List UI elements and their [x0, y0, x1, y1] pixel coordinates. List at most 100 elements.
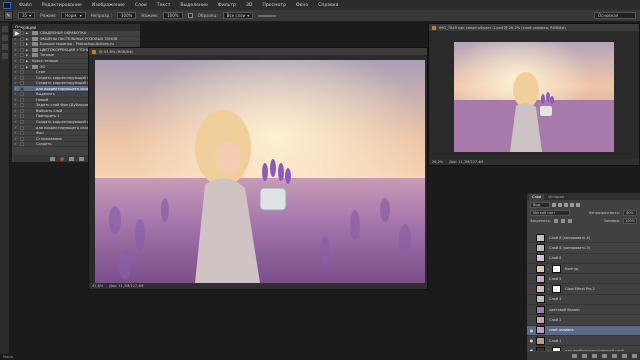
layer-row[interactable]: ● Слой 8 (копировать 3) — [527, 243, 640, 254]
layer-name[interactable]: слой заливка — [547, 328, 574, 332]
menu-item-layers[interactable]: Слои — [130, 3, 152, 8]
layer-thumbnail[interactable] — [536, 316, 545, 325]
expand-triangle-icon[interactable]: ▶ — [26, 48, 30, 52]
dialog-toggle-icon[interactable] — [20, 136, 24, 141]
action-enabled-check-icon[interactable]: ✓ — [14, 92, 18, 96]
action-enabled-check-icon[interactable]: ✓ — [14, 137, 18, 141]
dialog-toggle-icon[interactable] — [20, 114, 24, 119]
menu-item-text[interactable]: Текст — [152, 3, 176, 8]
expand-triangle-icon[interactable]: ▶ — [26, 59, 30, 63]
crop-tool-icon[interactable] — [2, 53, 8, 59]
trash-icon[interactable] — [632, 354, 637, 358]
visibility-eye-icon[interactable]: ● — [529, 297, 534, 302]
action-enabled-check-icon[interactable]: ✓ — [14, 98, 18, 102]
layer-row[interactable]: ● Слой 4 — [527, 295, 640, 306]
layer-name[interactable]: Слой 5 — [547, 277, 561, 281]
menu-item-window[interactable]: Окно — [291, 3, 313, 8]
expand-triangle-icon[interactable]: ▶ — [26, 37, 30, 41]
expand-triangle-icon[interactable]: ▶ — [26, 53, 30, 57]
layer-opacity-field[interactable]: 80% — [623, 210, 637, 216]
layer-thumbnail[interactable] — [536, 243, 545, 252]
workspace-select[interactable]: Основная — [594, 12, 636, 19]
dialog-toggle-icon[interactable] — [20, 75, 24, 80]
action-enabled-check-icon[interactable]: ✓ — [14, 120, 18, 124]
layer-thumbnail[interactable] — [536, 233, 545, 242]
dialog-toggle-icon[interactable] — [20, 36, 24, 41]
flow-field[interactable]: 100% — [163, 12, 183, 19]
lock-pixels-icon[interactable] — [553, 219, 558, 223]
action-enabled-check-icon[interactable]: ✓ — [14, 109, 18, 113]
expand-triangle-icon[interactable]: ▶ — [26, 42, 30, 46]
layer-thumbnail[interactable] — [536, 346, 545, 351]
action-enabled-check-icon[interactable]: ✓ — [14, 37, 18, 41]
tab-history[interactable]: История — [545, 194, 567, 200]
menu-item-file[interactable]: Файл — [14, 3, 37, 8]
pixel-filter-icon[interactable] — [552, 202, 556, 207]
layer-row[interactable]: ● ∞ Glow Effect Pro 2 — [527, 284, 640, 295]
action-enabled-check-icon[interactable]: ✓ — [14, 70, 18, 74]
layer-row[interactable]: ● ∞ для наибольшего/цветной слой — [527, 346, 640, 351]
action-enabled-check-icon[interactable]: ✓ — [14, 126, 18, 130]
action-enabled-check-icon[interactable]: ✓ — [14, 59, 18, 63]
menu-item-filter[interactable]: Фильтр — [213, 3, 241, 8]
menu-item-view[interactable]: Просмотр — [257, 3, 291, 8]
dialog-toggle-icon[interactable] — [20, 103, 24, 108]
visibility-eye-icon[interactable]: ● — [529, 287, 534, 292]
close-icon[interactable] — [432, 25, 436, 30]
layer-thumbnail[interactable] — [536, 305, 545, 314]
blend-mode-select[interactable]: Мягкий свет — [530, 210, 570, 216]
layer-name[interactable]: Контур — [563, 267, 578, 271]
tab-layers[interactable]: Слои — [529, 194, 545, 200]
brush-tool-icon[interactable]: ✎ — [4, 11, 13, 20]
dialog-toggle-icon[interactable] — [20, 47, 24, 52]
action-enabled-check-icon[interactable]: ✓ — [14, 76, 18, 80]
actions-panel-tab[interactable]: Операции — [12, 24, 140, 31]
action-enabled-check-icon[interactable]: ✓ — [14, 53, 18, 57]
second-doc-zoom[interactable]: 26,2% — [432, 160, 443, 164]
layer-thumbnail[interactable] — [536, 326, 545, 335]
new-set-icon[interactable] — [78, 156, 84, 161]
move-tool-icon[interactable] — [2, 26, 8, 32]
expand-triangle-icon[interactable]: ▶ — [26, 65, 30, 69]
action-enabled-check-icon[interactable]: ✓ — [14, 114, 18, 118]
layer-mask-thumbnail[interactable] — [552, 285, 561, 294]
visibility-eye-icon[interactable]: ● — [529, 348, 534, 351]
sample-select[interactable]: Все слои ▾ — [222, 12, 254, 19]
new-group-icon[interactable] — [612, 354, 617, 358]
layer-thumbnail[interactable] — [536, 336, 545, 345]
shape-filter-icon[interactable] — [570, 202, 574, 207]
smart-filter-icon[interactable] — [576, 202, 580, 207]
layer-thumbnail[interactable] — [536, 285, 545, 294]
link-layers-icon[interactable] — [572, 354, 577, 358]
action-enabled-check-icon[interactable]: ✓ — [14, 142, 18, 146]
layer-name[interactable]: Слой 4 — [547, 297, 561, 301]
layer-name[interactable]: для наибольшего/цветной слой — [563, 349, 624, 351]
menu-item-select[interactable]: Выделение — [175, 3, 212, 8]
action-enabled-check-icon[interactable]: ✓ — [14, 81, 18, 85]
dialog-toggle-icon[interactable] — [20, 120, 24, 125]
brush-size-select[interactable]: 35 ▾ — [18, 12, 36, 19]
align-checkbox[interactable] — [187, 13, 193, 18]
layer-thumbnail[interactable] — [536, 274, 545, 283]
second-doc-title-bar[interactable]: IMG_7549 как смарт-объект-1.psd @ 26,2% … — [429, 24, 639, 31]
visibility-eye-icon[interactable]: ● — [529, 266, 534, 271]
layer-thumbnail[interactable] — [536, 254, 545, 263]
layer-row[interactable]: ● Слой 8 (копировать 4) — [527, 233, 640, 244]
visibility-eye-icon[interactable]: ● — [529, 307, 534, 312]
new-layer-icon[interactable] — [622, 354, 627, 358]
dialog-toggle-icon[interactable] — [20, 125, 24, 130]
stop-icon[interactable] — [49, 156, 55, 161]
lock-all-icon[interactable] — [567, 219, 572, 223]
visibility-eye-icon[interactable]: ● — [529, 338, 534, 343]
layer-row[interactable]: ● Слой 2 — [527, 315, 640, 326]
dialog-toggle-icon[interactable] — [20, 81, 24, 86]
layer-mask-thumbnail[interactable] — [552, 346, 561, 351]
dialog-toggle-icon[interactable] — [20, 86, 24, 91]
visibility-eye-icon[interactable]: ● — [529, 235, 534, 240]
dialog-toggle-icon[interactable] — [20, 70, 24, 75]
dialog-toggle-icon[interactable] — [20, 53, 24, 58]
menu-item-image[interactable]: Изображение — [87, 3, 130, 8]
layer-row[interactable]: ● Слой 5 — [527, 274, 640, 285]
dialog-toggle-icon[interactable] — [20, 31, 24, 36]
layer-row[interactable]: ● ∞ Контур — [527, 264, 640, 275]
